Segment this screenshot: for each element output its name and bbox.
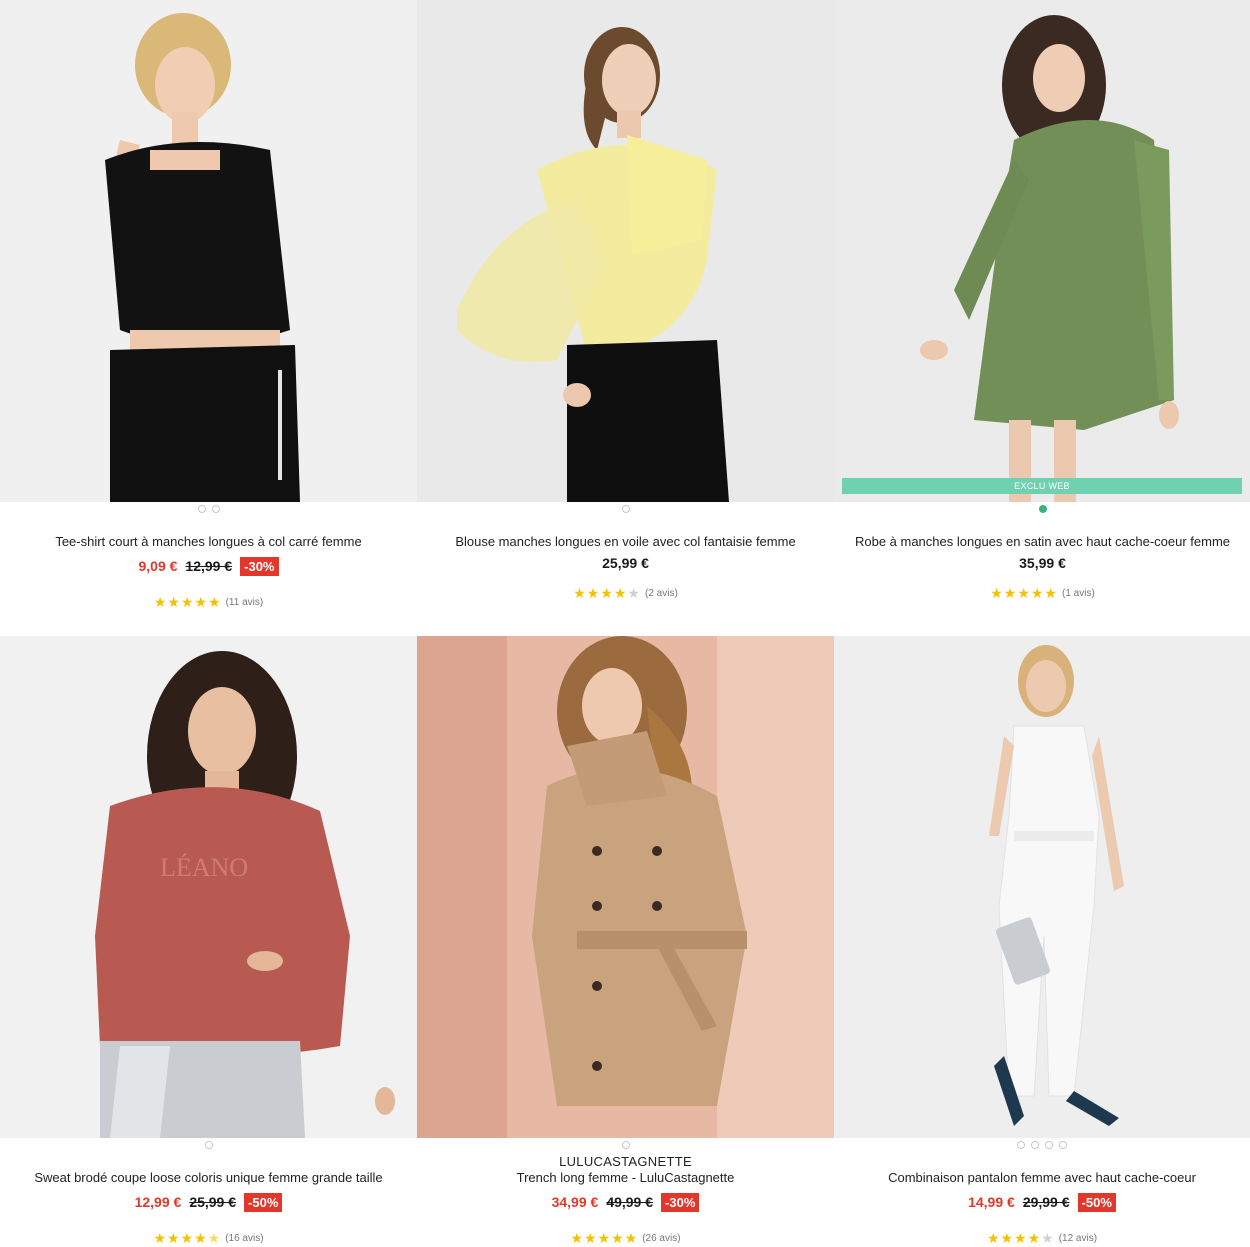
exclu-web-badge: EXCLU WEB	[842, 478, 1242, 494]
discount-badge: -50%	[244, 1192, 283, 1212]
rating: ★★★★★ (11 avis)	[0, 594, 417, 611]
price-row: 14,99 € 29,99 € -50%	[834, 1192, 1250, 1212]
original-price: 29,99 €	[1022, 1194, 1070, 1210]
carousel-dot[interactable]	[621, 1141, 630, 1149]
current-price: 9,09 €	[138, 558, 178, 574]
discount-badge: -30%	[661, 1192, 700, 1212]
product-info: Sweat brodé coupe loose coloris unique f…	[0, 1170, 417, 1247]
image-carousel-dots[interactable]	[417, 505, 834, 513]
product-card[interactable]: LÉANO Sweat brodé coupe loose coloris un…	[0, 636, 417, 1246]
carousel-dot[interactable]	[197, 505, 206, 513]
current-price: 14,99 €	[968, 1194, 1015, 1210]
price-row: 35,99 €	[834, 553, 1250, 573]
star-rating-icon: ★★★★★	[570, 1230, 639, 1246]
discount-badge: -30%	[240, 556, 279, 576]
current-price: 35,99 €	[1019, 555, 1066, 571]
star-rating-icon: ★★★★★	[986, 1230, 1055, 1246]
carousel-dot-active[interactable]	[1038, 505, 1047, 513]
price-row: 34,99 € 49,99 € -30%	[417, 1192, 834, 1212]
image-carousel-dots[interactable]	[417, 1141, 834, 1149]
product-info: Combinaison pantalon femme avec haut cac…	[834, 1170, 1250, 1247]
image-carousel-dots[interactable]	[0, 1141, 417, 1149]
product-title[interactable]: Blouse manches longues en voile avec col…	[417, 534, 834, 550]
image-carousel-dots[interactable]	[0, 505, 417, 513]
review-count[interactable]: (1 avis)	[1062, 588, 1095, 599]
product-title[interactable]: Trench long femme - LuluCastagnette	[417, 1170, 834, 1186]
product-image[interactable]	[834, 636, 1250, 1138]
star-rating-icon: ★★★★★	[153, 1230, 222, 1246]
carousel-dot[interactable]	[1017, 1141, 1025, 1149]
product-card[interactable]: Blouse manches longues en voile avec col…	[417, 0, 834, 630]
original-price: 25,99 €	[189, 1194, 237, 1210]
carousel-dot[interactable]	[621, 505, 630, 513]
product-image[interactable]	[417, 0, 834, 502]
product-image[interactable]	[0, 0, 417, 502]
product-info: Tee-shirt court à manches longues à col …	[0, 534, 417, 611]
discount-badge: -50%	[1077, 1192, 1116, 1212]
svg-text:LÉANO: LÉANO	[160, 853, 248, 882]
product-card[interactable]: Combinaison pantalon femme avec haut cac…	[834, 636, 1250, 1246]
carousel-dot[interactable]	[204, 1141, 213, 1149]
product-grid: Tee-shirt court à manches longues à col …	[0, 0, 1250, 1246]
product-title[interactable]: Sweat brodé coupe loose coloris unique f…	[0, 1170, 417, 1186]
review-count[interactable]: (2 avis)	[645, 588, 678, 599]
original-price: 49,99 €	[606, 1194, 654, 1210]
carousel-dot[interactable]	[211, 505, 220, 513]
product-brand[interactable]: LULUCASTAGNETTE	[417, 1154, 834, 1170]
product-title[interactable]: Tee-shirt court à manches longues à col …	[0, 534, 417, 550]
image-carousel-dots[interactable]	[834, 1141, 1250, 1149]
product-info: Robe à manches longues en satin avec hau…	[834, 534, 1250, 602]
product-info: LULUCASTAGNETTE Trench long femme - Lulu…	[417, 1154, 834, 1247]
product-title[interactable]: Robe à manches longues en satin avec hau…	[834, 534, 1250, 550]
price-row: 25,99 €	[417, 553, 834, 573]
product-image[interactable]	[834, 0, 1250, 502]
product-image[interactable]	[417, 636, 834, 1138]
carousel-dot[interactable]	[1059, 1141, 1067, 1149]
image-carousel-dots[interactable]	[834, 505, 1250, 513]
current-price: 12,99 €	[134, 1194, 182, 1210]
price-row: 9,09 € 12,99 € -30%	[0, 556, 417, 576]
rating: ★★★★★ (1 avis)	[834, 585, 1250, 602]
rating: ★★★★★ (2 avis)	[417, 585, 834, 602]
current-price: 25,99 €	[602, 555, 649, 571]
star-rating-icon: ★★★★★	[573, 585, 641, 601]
original-price: 12,99 €	[185, 558, 233, 574]
star-rating-icon: ★★★★★	[990, 585, 1058, 601]
product-title[interactable]: Combinaison pantalon femme avec haut cac…	[834, 1170, 1250, 1186]
product-image[interactable]: LÉANO	[0, 636, 417, 1138]
product-info: Blouse manches longues en voile avec col…	[417, 534, 834, 602]
product-card[interactable]: LULUCASTAGNETTE Trench long femme - Lulu…	[417, 636, 834, 1246]
product-card[interactable]: Robe à manches longues en satin avec hau…	[834, 0, 1250, 630]
current-price: 34,99 €	[551, 1194, 599, 1210]
carousel-dot[interactable]	[1045, 1141, 1053, 1149]
product-card[interactable]: Tee-shirt court à manches longues à col …	[0, 0, 417, 630]
price-row: 12,99 € 25,99 € -50%	[0, 1192, 417, 1212]
star-rating-icon: ★★★★★	[153, 594, 222, 610]
carousel-dot[interactable]	[1031, 1141, 1039, 1149]
review-count[interactable]: (11 avis)	[226, 597, 264, 608]
